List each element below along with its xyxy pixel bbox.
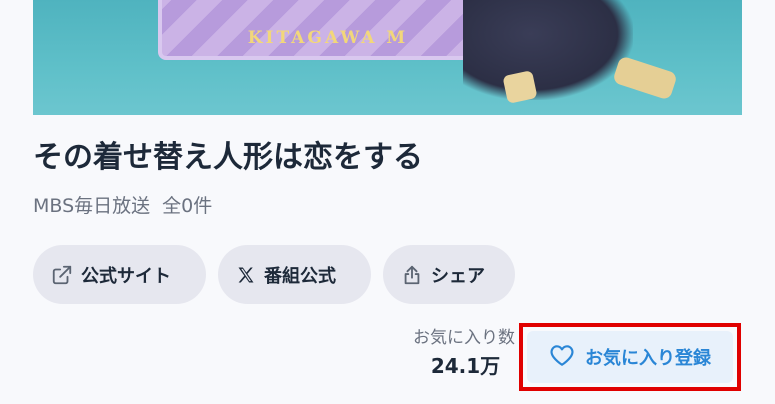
x-logo-icon [236,265,256,285]
add-favorite-label: お気に入り登録 [585,348,711,369]
share-icon [401,264,423,286]
heart-icon [549,343,575,372]
episode-count: 全0件 [162,195,213,217]
program-meta: MBS毎日放送 全0件 [33,194,212,218]
program-title: その着せ替え人形は恋をする [33,140,423,175]
external-link-icon [51,264,73,286]
x-account-label: 番組公式 [264,265,336,287]
broadcaster-name: MBS毎日放送 [33,195,151,217]
favorite-count: お気に入り数 24.1万 [390,326,515,380]
box-lettering: KITAGAWA M [247,28,409,48]
add-favorite-button[interactable]: お気に入り登録 [527,331,733,383]
program-key-visual: KITAGAWA M [33,0,742,115]
official-site-label: 公式サイト [81,265,171,287]
share-label: シェア [431,265,485,287]
official-site-button[interactable]: 公式サイト [33,245,206,304]
character-figure [463,0,633,100]
share-button[interactable]: シェア [383,245,515,304]
favorite-count-label: お気に入り数 [413,328,515,348]
x-account-button[interactable]: 番組公式 [218,245,371,304]
favorite-count-value: 24.1万 [430,354,501,378]
program-page: KITAGAWA M その着せ替え人形は恋をする MBS毎日放送 全0件 公式サイ… [0,0,775,404]
